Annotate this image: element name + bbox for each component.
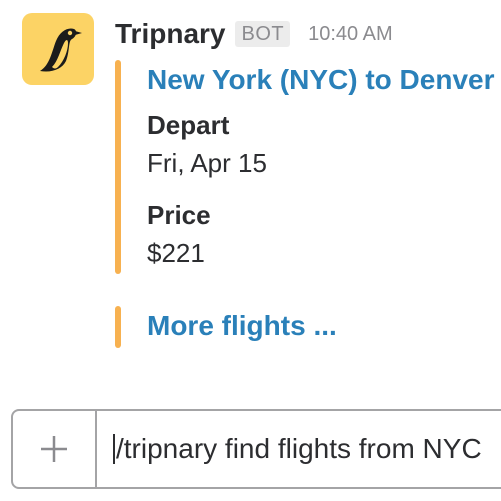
message-input[interactable]: /tripnary find flights from NYC <box>97 411 501 487</box>
field-label-depart: Depart <box>147 110 230 140</box>
penguin-icon <box>40 28 82 72</box>
attachment-color-bar <box>115 60 121 274</box>
chat-view: Tripnary BOT 10:40 AM New York (NYC) to … <box>0 0 501 501</box>
more-flights-attachment: More flights ... <box>115 306 501 348</box>
bot-badge: BOT <box>235 21 291 47</box>
add-attachment-button[interactable] <box>13 411 97 487</box>
field-label-price: Price <box>147 200 211 230</box>
bot-avatar[interactable] <box>22 13 94 85</box>
plus-icon <box>41 436 67 462</box>
message-input-text: /tripnary find flights from NYC <box>116 433 482 464</box>
message-composer: /tripnary find flights from NYC <box>11 409 501 489</box>
more-flights-link[interactable]: More flights ... <box>147 310 337 342</box>
attachment-title-link[interactable]: New York (NYC) to Denver <box>147 64 494 96</box>
attachment-color-bar <box>115 306 121 348</box>
message-header: Tripnary BOT 10:40 AM <box>115 14 393 54</box>
author-name[interactable]: Tripnary <box>115 18 225 50</box>
text-caret <box>113 434 115 464</box>
field-value-price: $221 <box>147 238 205 268</box>
field-value-depart: Fri, Apr 15 <box>147 148 267 178</box>
flight-attachment: New York (NYC) to Denver Depart Fri, Apr… <box>115 60 501 274</box>
message-timestamp[interactable]: 10:40 AM <box>308 23 393 46</box>
